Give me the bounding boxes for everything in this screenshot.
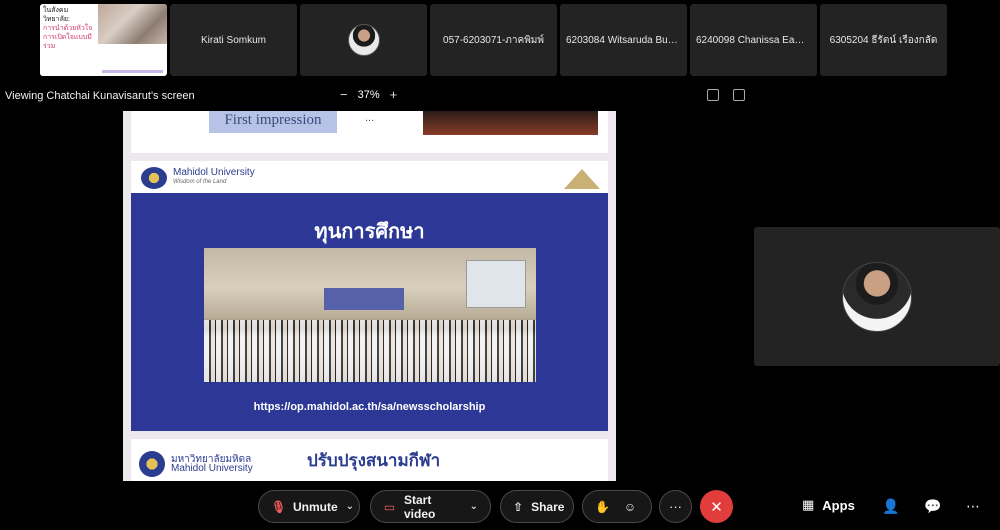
- participant-tile-screen-share[interactable]: ในสังคม วิทยาลัย: การนำด้วยหัวใจ การเปิด…: [40, 4, 167, 76]
- more-options-icon[interactable]: ⋯: [966, 498, 980, 515]
- video-off-icon: ▭: [383, 499, 396, 514]
- annotate-icon[interactable]: [707, 89, 719, 101]
- start-video-button[interactable]: ▭ Start video ⌄: [370, 490, 491, 523]
- university-logo: [141, 167, 167, 189]
- participant-tile[interactable]: 6203084 Witsaruda Bua...: [560, 4, 687, 76]
- participant-name: 6240098 Chanissa Eams...: [696, 34, 811, 46]
- avatar: [347, 24, 380, 56]
- university-motto: Wisdom of the Land: [173, 179, 227, 185]
- share-screen-icon: ⇧: [513, 499, 524, 514]
- participant-tile[interactable]: Kirati Somkum: [170, 4, 297, 76]
- slide-photo: [423, 111, 598, 135]
- start-video-label: Start video: [404, 492, 436, 521]
- slide-scholarship: Mahidol University Wisdom of the Land ทุ…: [131, 161, 608, 431]
- apps-label: Apps: [822, 497, 855, 513]
- meeting-toolbar: 🎙 Unmute ⌄ ▭ Start video ⌄ ⇧ Share ✋ ☺ ·…: [0, 485, 1000, 530]
- participant-name: Kirati Somkum: [200, 34, 266, 46]
- share-thumbnail-photo: [98, 4, 167, 44]
- chevron-down-icon[interactable]: ⌄: [346, 501, 354, 512]
- university-logo: [139, 451, 165, 477]
- apps-button[interactable]: ▦ Apps: [802, 497, 855, 513]
- reactions-group: ✋ ☺: [582, 490, 652, 523]
- participant-name: 6305204 ธีรัตน์ เรืองกลัด: [829, 34, 938, 46]
- share-button[interactable]: ⇧ Share: [500, 490, 574, 523]
- screen-share-header: Viewing Chatchai Kunavisarut's screen − …: [0, 86, 750, 108]
- photo-projector-screen: [466, 260, 526, 308]
- mic-off-icon: 🎙: [271, 499, 287, 514]
- zoom-out-button[interactable]: −: [340, 88, 348, 101]
- viewing-screen-label: Viewing Chatchai Kunavisarut's screen: [5, 90, 195, 102]
- slide-title: ทุนการศึกษา: [314, 221, 425, 243]
- photo-crowd: [204, 320, 536, 382]
- unmute-label: Unmute: [293, 499, 338, 514]
- participant-tile[interactable]: 6240098 Chanissa Eams...: [690, 4, 817, 76]
- close-icon: ✕: [710, 498, 723, 516]
- view-options: [707, 89, 745, 101]
- self-video-tile[interactable]: [754, 227, 1000, 366]
- more-icon: ···: [669, 499, 682, 514]
- university-name: Mahidol University: [173, 167, 255, 178]
- screen-share-thumbnail: ในสังคม วิทยาลัย: การนำด้วยหัวใจ การเปิด…: [40, 4, 167, 76]
- participant-tile[interactable]: 6305204 ธีรัตน์ เรืองกลัด: [820, 4, 947, 76]
- participant-name: 6203084 Witsaruda Bua...: [566, 34, 681, 46]
- slide-title: ปรับปรุงสนามกีฬา: [307, 451, 441, 470]
- slide-stadium: มหาวิทยาลัยมหิดล Mahidol University ปรับ…: [131, 439, 608, 481]
- chat-icon[interactable]: 💬: [924, 498, 941, 515]
- share-text-line: ร่วม: [43, 43, 56, 50]
- slide-text: ...: [365, 112, 375, 124]
- group-photo: [204, 248, 536, 382]
- avatar: [842, 261, 912, 332]
- shared-screen[interactable]: First impression ... Mahidol University …: [123, 111, 616, 481]
- share-text-line: วิทยาลัย:: [43, 16, 70, 23]
- slide-url: https://op.mahidol.ac.th/sa/newsscholars…: [253, 401, 486, 413]
- slide-header: Mahidol University Wisdom of the Land: [131, 161, 608, 193]
- participant-strip: ในสังคม วิทยาลัย: การนำด้วยหัวใจ การเปิด…: [40, 4, 947, 76]
- decorative-roof: [564, 169, 600, 189]
- share-label: Share: [531, 499, 565, 514]
- participant-tile[interactable]: 057-6203071-ภาคพิมพ์: [430, 4, 557, 76]
- end-meeting-button[interactable]: ✕: [700, 490, 733, 523]
- unmute-button[interactable]: 🎙 Unmute ⌄: [258, 490, 360, 523]
- share-text-line: ในสังคม: [43, 7, 69, 14]
- participants-icon[interactable]: 👤: [882, 498, 899, 515]
- participant-tile-avatar[interactable]: [300, 4, 427, 76]
- zoom-control: − 37% +: [340, 88, 398, 101]
- share-text-line: การนำด้วยหัวใจ: [43, 25, 93, 32]
- slide-body: ทุนการศึกษา https://op.mahidol.ac.th/sa/…: [131, 193, 608, 431]
- more-button[interactable]: ···: [659, 490, 692, 523]
- share-thumbnail-text: ในสังคม วิทยาลัย: การนำด้วยหัวใจ การเปิด…: [40, 4, 100, 76]
- emoji-icon[interactable]: ☺: [623, 500, 637, 514]
- share-text-line: การเปิดใจแบบมี: [43, 34, 92, 41]
- chevron-down-icon[interactable]: ⌄: [470, 501, 478, 512]
- participant-name: 057-6203071-ภาคพิมพ์: [443, 34, 544, 46]
- university-name-en: Mahidol University: [171, 463, 253, 474]
- apps-icon: ▦: [802, 497, 815, 512]
- slide-thumbnail: First impression ...: [131, 111, 608, 153]
- photo-stage-banner: [324, 288, 404, 310]
- slide-text: First impression: [209, 111, 337, 133]
- raise-hand-icon[interactable]: ✋: [595, 500, 610, 514]
- zoom-in-button[interactable]: +: [390, 88, 398, 101]
- zoom-level: 37%: [357, 89, 380, 101]
- share-thumbnail-bar: [102, 70, 163, 73]
- pop-out-icon[interactable]: [733, 89, 745, 101]
